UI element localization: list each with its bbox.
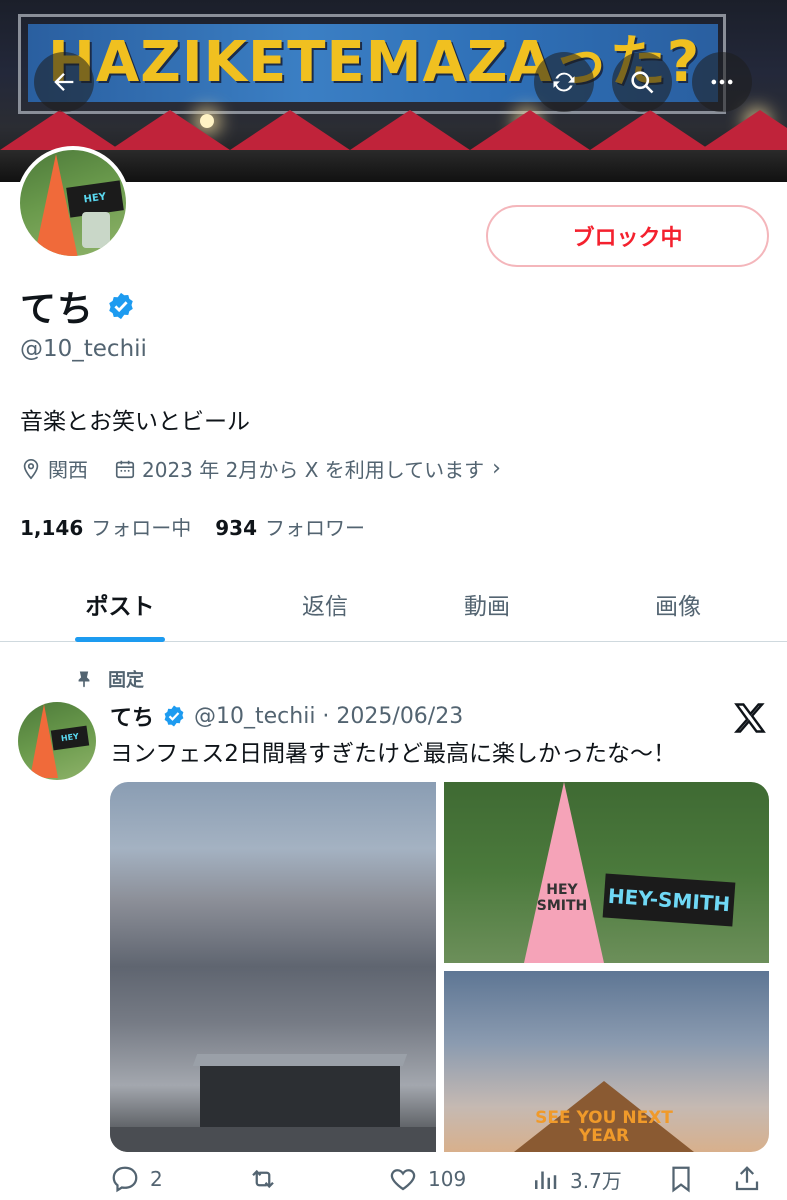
back-button[interactable]	[34, 52, 94, 112]
profile-bio: 音楽とお笑いとビール	[20, 409, 250, 435]
followers-label[interactable]: フォロワー	[265, 512, 365, 541]
tab-videos[interactable]: 動画	[407, 566, 567, 642]
search-icon	[631, 71, 654, 94]
post-handle-date[interactable]: @10_techii · 2025/06/23	[194, 704, 463, 729]
heart-icon	[390, 1169, 416, 1191]
name-row: てち	[20, 280, 136, 332]
x-logo-icon	[734, 703, 766, 733]
like-count: 109	[428, 1167, 467, 1191]
refresh-button[interactable]	[534, 52, 594, 112]
post-author-name[interactable]: てち	[110, 700, 154, 732]
media-image-see-you[interactable]: SEE YOU NEXT YEAR	[444, 971, 769, 1152]
more-button[interactable]	[692, 52, 752, 112]
cone-text: HEY SMITH	[536, 882, 588, 914]
chevron-right-icon: ›	[492, 456, 501, 481]
location-pin-icon	[20, 458, 42, 480]
bookmark-icon	[672, 1166, 690, 1193]
search-button[interactable]	[612, 52, 672, 112]
share-button[interactable]	[732, 1164, 772, 1194]
repost-button[interactable]	[248, 1164, 288, 1194]
see-you-text: SEE YOU NEXT YEAR	[535, 1108, 673, 1146]
follow-stats: 1,146 フォロー中 934 フォロワー	[20, 512, 389, 541]
back-arrow-icon	[54, 73, 74, 91]
towel-text: HEY-SMITH	[602, 873, 736, 927]
tab-label: 画像	[655, 594, 701, 620]
media-image-cone-towel[interactable]: HEY SMITH HEY-SMITH	[444, 782, 769, 963]
following-label[interactable]: フォロー中	[91, 512, 191, 541]
post-avatar[interactable]: HEY	[18, 702, 96, 780]
like-button[interactable]: 109	[388, 1164, 466, 1194]
repost-icon	[252, 1169, 274, 1189]
profile-avatar[interactable]: HEY	[16, 146, 130, 260]
refresh-icon	[553, 72, 575, 92]
profile-tabs: ポスト 返信 動画 画像	[0, 566, 787, 642]
followers-count[interactable]: 934	[215, 516, 257, 540]
joined-item[interactable]: 2023 年 2月から X を利用しています ›	[114, 454, 501, 483]
tab-posts[interactable]: ポスト	[40, 566, 200, 642]
reply-count: 2	[150, 1167, 163, 1191]
profile-handle: @10_techii	[20, 336, 147, 362]
post-actions: 2 109 3.7万	[110, 1164, 770, 1200]
pinned-indicator: 固定	[74, 666, 144, 692]
following-count[interactable]: 1,146	[20, 516, 83, 540]
active-tab-indicator	[75, 637, 165, 642]
pinned-label: 固定	[108, 670, 144, 691]
calendar-icon	[114, 458, 136, 480]
share-icon	[735, 1166, 759, 1191]
bookmark-button[interactable]	[666, 1164, 706, 1194]
location-text: 関西	[48, 458, 88, 482]
tab-label: ポスト	[85, 594, 155, 620]
reply-button[interactable]: 2	[110, 1164, 163, 1194]
blocked-button[interactable]: ブロック中	[486, 205, 769, 267]
view-count: 3.7万	[570, 1168, 622, 1193]
joined-text: 2023 年 2月から X を利用しています	[142, 458, 485, 482]
analytics-icon	[535, 1171, 557, 1189]
verified-badge-icon	[106, 291, 136, 321]
post-media-grid: HEY SMITH HEY-SMITH SEE YOU NEXT YEAR	[110, 782, 769, 1152]
media-image-sky-stage[interactable]	[110, 782, 436, 1152]
views-button[interactable]: 3.7万	[530, 1164, 622, 1194]
reply-icon	[112, 1166, 138, 1193]
tab-images[interactable]: 画像	[598, 566, 758, 642]
tab-label: 動画	[464, 594, 510, 620]
post-header: てち @10_techii · 2025/06/23	[110, 700, 463, 732]
tab-label: 返信	[302, 594, 348, 620]
post-text: ヨンフェス2日間暑すぎたけど最高に楽しかったな〜！	[110, 741, 676, 767]
verified-badge-icon	[162, 704, 194, 728]
more-icon	[711, 79, 733, 85]
profile-meta: 関西 2023 年 2月から X を利用しています ›	[20, 454, 527, 483]
location-item: 関西	[20, 454, 88, 483]
display-name: てち	[20, 289, 95, 330]
tab-replies[interactable]: 返信	[245, 566, 405, 642]
pin-icon	[78, 671, 90, 688]
